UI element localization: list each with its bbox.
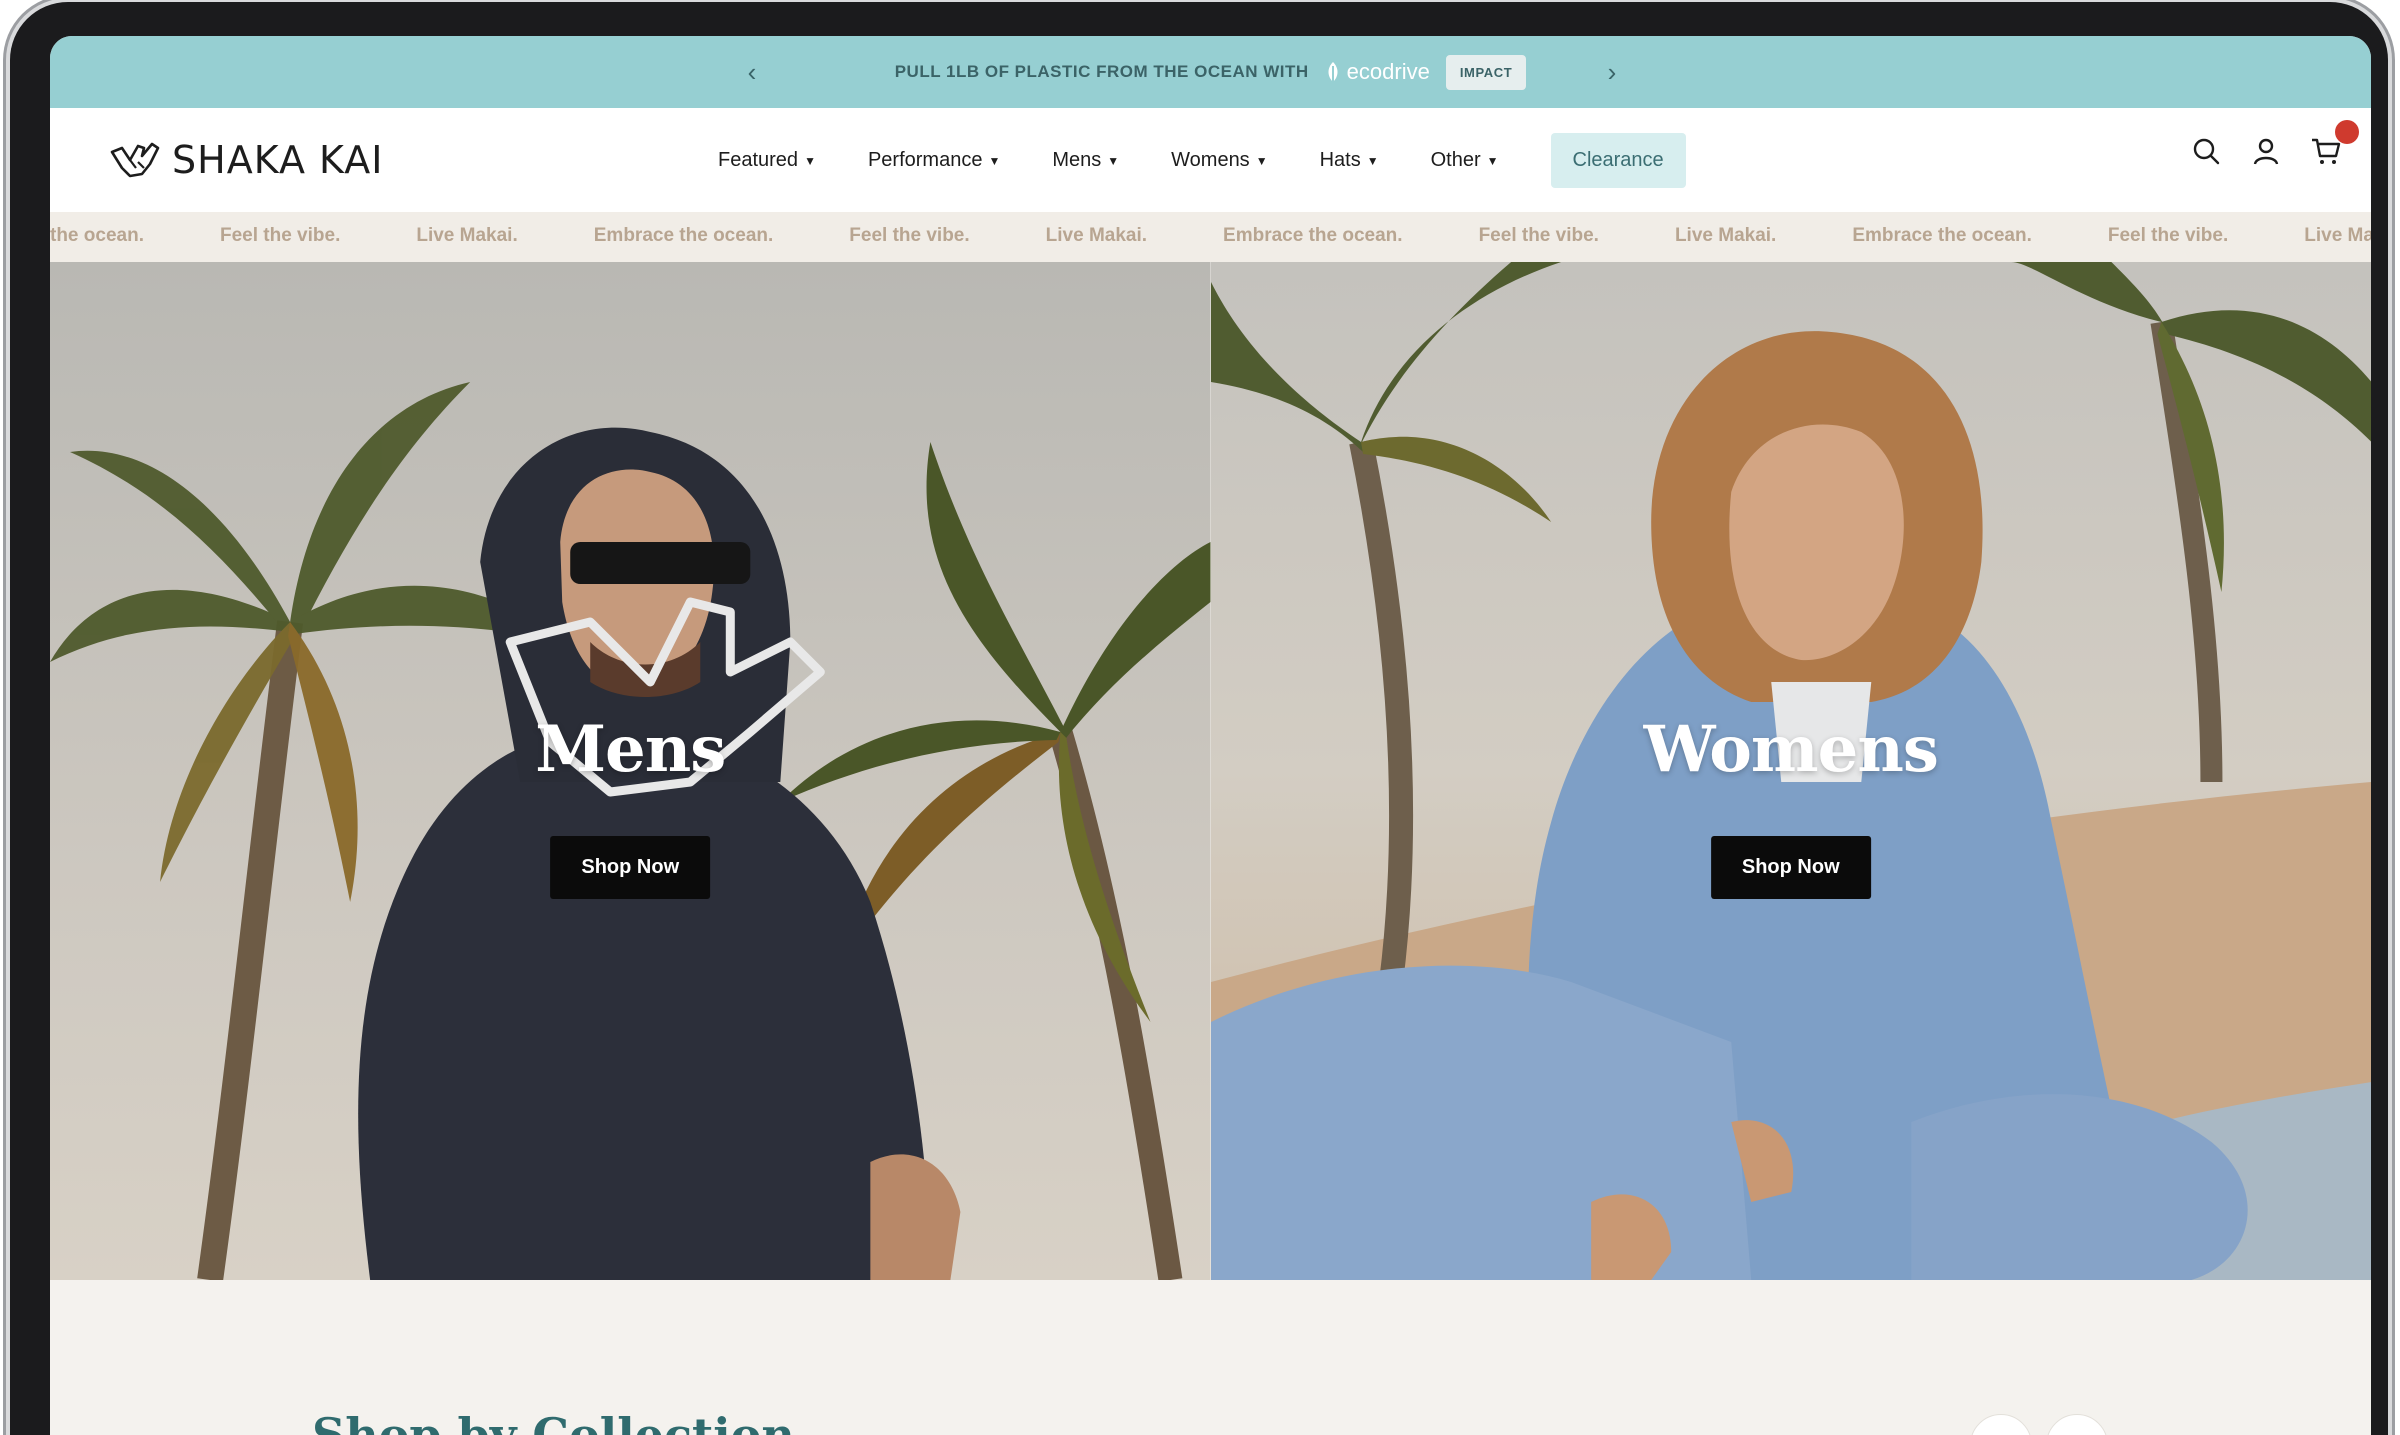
marquee-item: Embrace the ocean. — [1852, 225, 2032, 246]
marquee-item: Live Makai. — [1045, 225, 1148, 246]
header-icons — [2191, 120, 2359, 166]
marquee-item: Live Maka — [2304, 225, 2371, 246]
marquee-item: Feel the vibe. — [849, 225, 970, 246]
nav-item-mens[interactable]: Mens ▼ — [1052, 149, 1119, 172]
marquee-item: Feel the vibe. — [1478, 225, 1599, 246]
chevron-down-icon: ▼ — [1366, 154, 1379, 168]
logo-text: SHAKA KAI — [172, 138, 384, 182]
womens-panel[interactable]: Womens Shop Now — [1210, 262, 2371, 1280]
cart-badge — [2335, 120, 2359, 144]
laptop-frame: ‹ PULL 1LB OF PLASTIC FROM THE OCEAN WIT… — [10, 2, 2388, 1435]
nav-item-clearance[interactable]: Clearance — [1550, 132, 1686, 188]
collection-section: Shop by Collection ‹ › — [50, 1280, 2371, 1435]
leaf-icon — [1328, 62, 1338, 82]
nav-item-other[interactable]: Other ▼ — [1431, 149, 1499, 172]
ecodrive-label: ecodrive — [1346, 59, 1430, 84]
ecodrive-logo: ecodrive — [1325, 59, 1430, 85]
chevron-left-icon[interactable]: ‹ — [1970, 1414, 2032, 1435]
mens-title: Mens — [535, 712, 726, 787]
marquee-item: Live Makai. — [1674, 225, 1777, 246]
browser-screen: ‹ PULL 1LB OF PLASTIC FROM THE OCEAN WIT… — [50, 36, 2371, 1435]
chevron-down-icon: ▼ — [1486, 154, 1499, 168]
chevron-left-icon[interactable]: ‹ — [734, 54, 770, 90]
chevron-right-icon[interactable]: › — [2046, 1414, 2108, 1435]
announcement-bar: ‹ PULL 1LB OF PLASTIC FROM THE OCEAN WIT… — [50, 36, 2371, 108]
chevron-down-icon: ▼ — [988, 154, 1001, 168]
womens-title: Womens — [1643, 712, 1939, 787]
impact-button[interactable]: IMPACT — [1445, 54, 1527, 90]
marquee-item: Embrace the ocean. — [593, 225, 774, 246]
marquee-item: Feel the vibe. — [219, 225, 341, 246]
nav-item-womens[interactable]: Womens ▼ — [1171, 149, 1267, 172]
marquee-item: Feel the vibe. — [2107, 225, 2229, 246]
nav-item-featured[interactable]: Featured ▼ — [718, 149, 816, 172]
mens-panel[interactable]: Mens Shop Now — [50, 262, 1211, 1280]
nav-item-performance[interactable]: Performance ▼ — [868, 149, 1000, 172]
site-header: SHAKA KAI Featured ▼ Performance ▼ Mens … — [50, 108, 2371, 212]
cart-icon[interactable] — [2311, 120, 2359, 166]
hero-section: Mens Shop Now Womens Shop Now — [50, 262, 2371, 1280]
marquee-item: the ocean. — [50, 225, 144, 246]
announcement-text: PULL 1LB OF PLASTIC FROM THE OCEAN WITH — [894, 62, 1309, 81]
chevron-right-icon[interactable]: › — [1594, 54, 1630, 90]
nav-label: Featured — [718, 148, 799, 171]
chevron-down-icon: ▼ — [1255, 154, 1268, 168]
account-icon[interactable] — [2251, 136, 2281, 166]
chevron-down-icon: ▼ — [804, 154, 816, 168]
section-title: Shop by Collection — [312, 1408, 795, 1435]
marquee-item: Live Makai. — [416, 225, 518, 246]
shop-womens-button[interactable]: Shop Now — [1710, 836, 1871, 899]
chevron-down-icon: ▼ — [1107, 154, 1120, 168]
shaka-hand-icon — [110, 142, 160, 178]
nav-item-hats[interactable]: Hats ▼ — [1320, 149, 1379, 172]
nav-label: Womens — [1171, 148, 1250, 171]
nav-label: Performance — [867, 148, 983, 171]
main-nav: Featured ▼ Performance ▼ Mens ▼ Womens ▼… — [718, 108, 1686, 212]
shop-mens-button[interactable]: Shop Now — [550, 836, 711, 899]
marquee-item: Embrace the ocean. — [1223, 225, 1403, 246]
tagline-marquee: the ocean. Feel the vibe. Live Makai. Em… — [50, 212, 2371, 262]
search-icon[interactable] — [2191, 136, 2221, 166]
nav-label: Mens — [1052, 148, 1102, 171]
nav-label: Hats — [1319, 148, 1361, 171]
nav-label: Other — [1430, 148, 1481, 171]
brand-logo[interactable]: SHAKA KAI — [108, 138, 383, 182]
